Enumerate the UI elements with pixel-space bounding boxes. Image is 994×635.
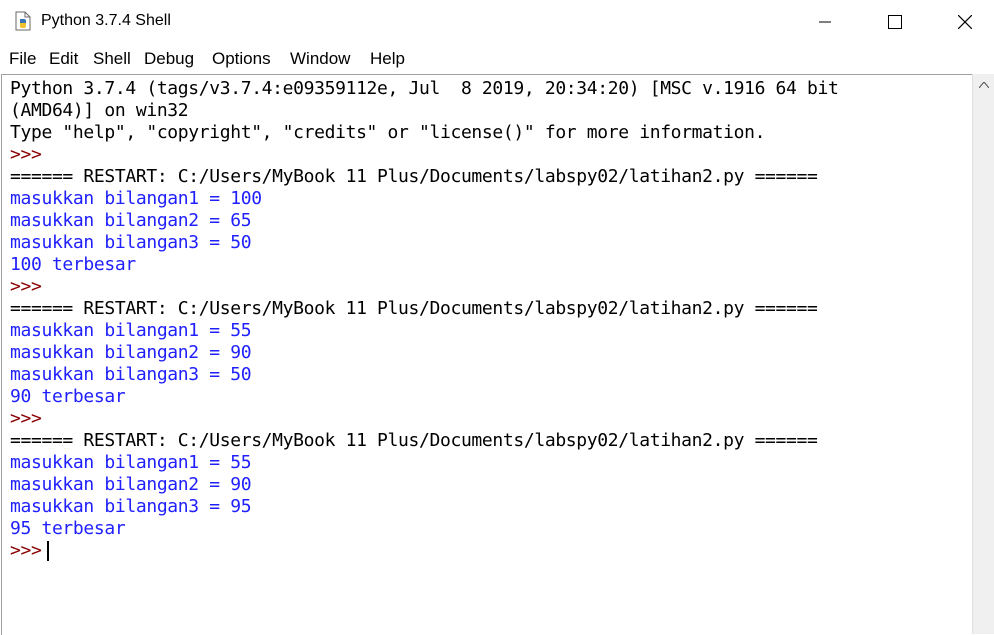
shell-prompt: >>> bbox=[10, 144, 42, 165]
shell-prompt: >>> bbox=[10, 276, 42, 297]
title-bar[interactable]: Python 3.7.4 Shell bbox=[0, 0, 994, 44]
python-file-icon bbox=[15, 11, 31, 31]
menu-window[interactable]: Window bbox=[290, 49, 350, 69]
program-output-line: masukkan bilangan2 = 90 bbox=[10, 474, 252, 495]
shell-prompt: >>> bbox=[10, 540, 42, 561]
restart-banner: ====== RESTART: C:/Users/MyBook 11 Plus/… bbox=[10, 298, 818, 319]
menu-bar: File Edit Shell Debug Options Window Hel… bbox=[0, 46, 994, 74]
window-title: Python 3.7.4 Shell bbox=[41, 12, 171, 29]
scroll-up-arrow-icon bbox=[979, 82, 989, 88]
program-output-line: masukkan bilangan1 = 55 bbox=[10, 320, 252, 341]
program-output-line: masukkan bilangan3 = 50 bbox=[10, 364, 252, 385]
shell-banner-line: Python 3.7.4 (tags/v3.7.4:e09359112e, Ju… bbox=[10, 78, 839, 99]
program-output-line: masukkan bilangan1 = 100 bbox=[10, 188, 262, 209]
program-output-line: masukkan bilangan3 = 50 bbox=[10, 232, 252, 253]
menu-shell[interactable]: Shell bbox=[93, 49, 131, 69]
minimize-icon bbox=[819, 21, 831, 23]
close-button[interactable] bbox=[942, 0, 988, 44]
text-cursor bbox=[47, 541, 50, 561]
menu-help[interactable]: Help bbox=[370, 49, 405, 69]
restart-banner: ====== RESTART: C:/Users/MyBook 11 Plus/… bbox=[10, 166, 818, 187]
menu-file[interactable]: File bbox=[9, 49, 36, 69]
restart-banner: ====== RESTART: C:/Users/MyBook 11 Plus/… bbox=[10, 430, 818, 451]
shell-prompt: >>> bbox=[10, 408, 42, 429]
shell-banner-line: (AMD64)] on win32 bbox=[10, 100, 189, 121]
program-output-line: 95 terbesar bbox=[10, 518, 126, 539]
close-icon bbox=[958, 15, 972, 29]
shell-output: Python 3.7.4 (tags/v3.7.4:e09359112e, Ju… bbox=[10, 78, 839, 562]
scroll-up-button[interactable] bbox=[973, 74, 994, 96]
minimize-button[interactable] bbox=[802, 0, 848, 44]
menu-options[interactable]: Options bbox=[212, 49, 271, 69]
program-output-line: masukkan bilangan1 = 55 bbox=[10, 452, 252, 473]
vertical-scrollbar[interactable] bbox=[972, 74, 994, 634]
current-prompt-line[interactable]: >>> bbox=[10, 540, 838, 562]
program-output-line: masukkan bilangan3 = 95 bbox=[10, 496, 252, 517]
menu-debug[interactable]: Debug bbox=[144, 49, 194, 69]
shell-text-area[interactable]: Python 3.7.4 (tags/v3.7.4:e09359112e, Ju… bbox=[1, 74, 972, 635]
maximize-button[interactable] bbox=[872, 0, 918, 44]
program-output-line: masukkan bilangan2 = 65 bbox=[10, 210, 252, 231]
shell-banner-line: Type "help", "copyright", "credits" or "… bbox=[10, 122, 766, 143]
program-output-line: 100 terbesar bbox=[10, 254, 136, 275]
maximize-icon bbox=[888, 15, 902, 29]
program-output-line: masukkan bilangan2 = 90 bbox=[10, 342, 252, 363]
menu-edit[interactable]: Edit bbox=[49, 49, 78, 69]
program-output-line: 90 terbesar bbox=[10, 386, 126, 407]
